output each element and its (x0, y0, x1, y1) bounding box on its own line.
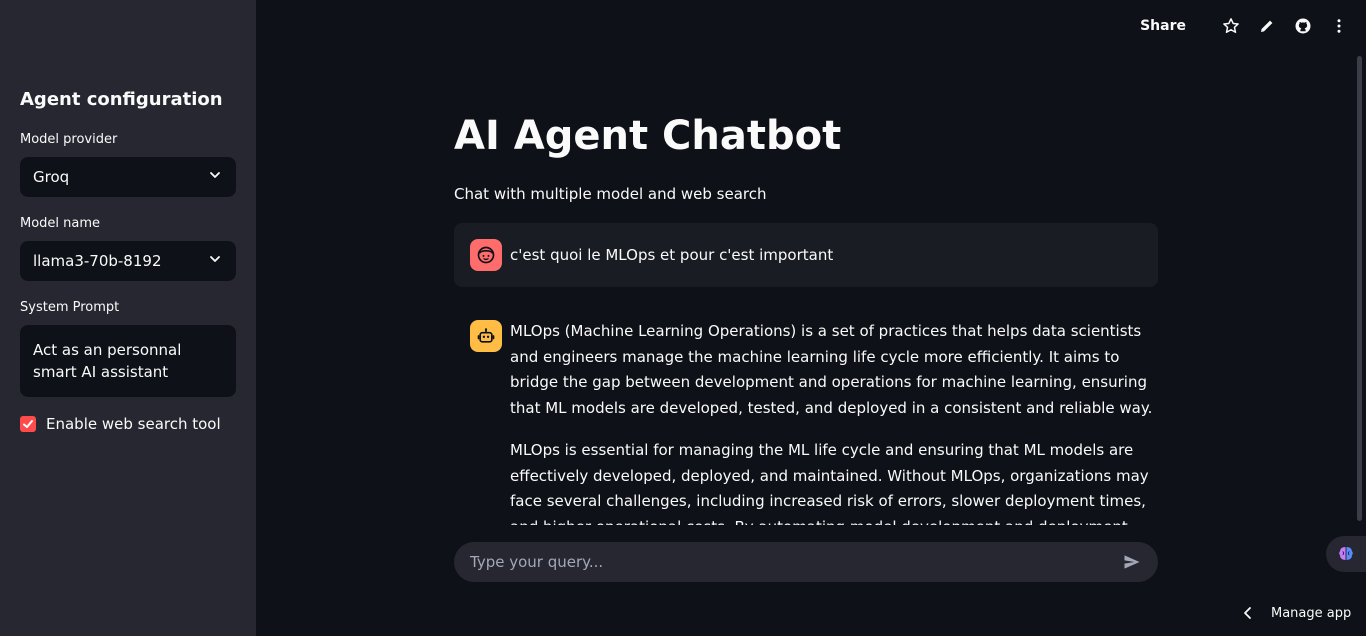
page-title: AI Agent Chatbot (454, 113, 842, 159)
share-button[interactable]: Share (1140, 18, 1186, 34)
github-icon[interactable] (1294, 17, 1312, 35)
model-provider-select[interactable]: Groq (20, 157, 236, 197)
manage-app-button[interactable]: Manage app (1240, 605, 1351, 621)
model-provider-value: Groq (33, 168, 70, 186)
chevron-down-icon (207, 251, 223, 271)
user-message-text: c'est quoi le MLOps et pour c'est import… (510, 246, 834, 264)
system-prompt-value: Act as an personnal smart AI assistant (33, 341, 182, 381)
resize-handle-icon[interactable] (226, 387, 234, 397)
sidebar: Agent configuration Model provider Groq … (0, 0, 256, 636)
web-search-checkbox-row[interactable]: Enable web search tool (20, 415, 221, 433)
web-search-checkbox[interactable] (20, 416, 36, 432)
more-vertical-icon[interactable] (1330, 17, 1348, 35)
top-toolbar: Share (1140, 12, 1348, 40)
model-name-label: Model name (20, 216, 101, 231)
model-name-value: llama3-70b-8192 (33, 252, 162, 270)
check-icon (23, 420, 33, 428)
page-subtitle: Chat with multiple model and web search (454, 185, 767, 203)
chat-input-placeholder: Type your query... (470, 553, 604, 571)
model-provider-label: Model provider (20, 132, 118, 147)
system-prompt-textarea[interactable]: Act as an personnal smart AI assistant (20, 325, 236, 397)
model-name-select[interactable]: llama3-70b-8192 (20, 241, 236, 281)
chevron-down-icon (207, 167, 223, 187)
assistant-message-text: MLOps (Machine Learning Operations) is a… (510, 319, 1162, 525)
system-prompt-label: System Prompt (20, 300, 120, 315)
manage-app-label: Manage app (1271, 605, 1352, 621)
chat-input[interactable]: Type your query... (454, 542, 1158, 582)
assistant-paragraph: MLOps (Machine Learning Operations) is a… (510, 322, 1153, 418)
user-avatar-icon (470, 239, 502, 271)
bot-avatar-icon (470, 320, 502, 352)
star-icon[interactable] (1222, 17, 1240, 35)
brain-icon (1339, 547, 1353, 560)
chevron-left-icon (1244, 607, 1251, 619)
pencil-icon[interactable] (1258, 17, 1276, 35)
main-scrollbar[interactable] (1357, 56, 1362, 521)
assistant-paragraph: MLOps is essential for managing the ML l… (510, 440, 1149, 525)
send-icon[interactable] (1122, 552, 1142, 572)
brain-assistant-button[interactable] (1326, 536, 1366, 572)
web-search-label: Enable web search tool (46, 415, 221, 433)
user-message: c'est quoi le MLOps et pour c'est import… (454, 223, 1158, 287)
sidebar-title: Agent configuration (20, 89, 223, 110)
assistant-message: MLOps (Machine Learning Operations) is a… (454, 305, 1174, 525)
